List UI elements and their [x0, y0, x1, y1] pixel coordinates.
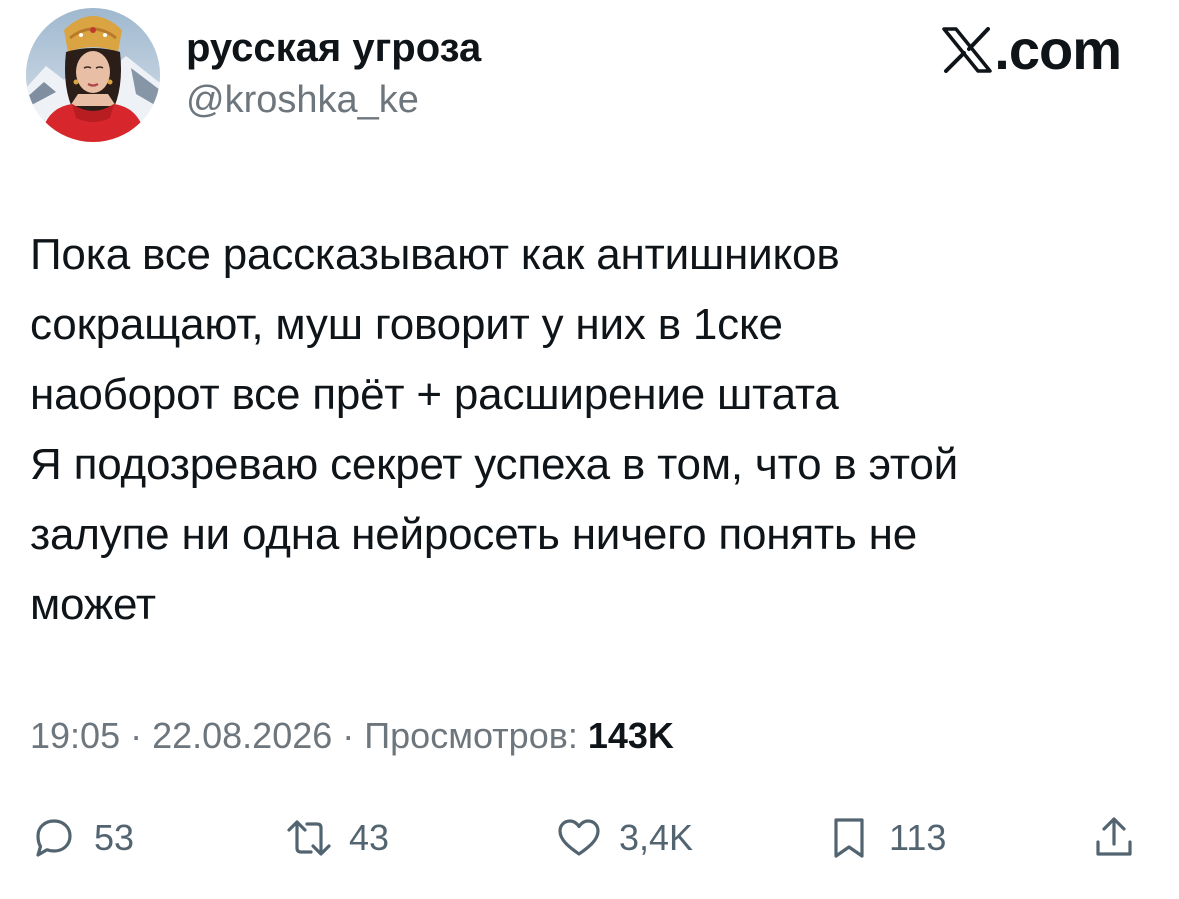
tweet-actions: 53 43 3,4K 113 [30, 806, 1150, 870]
tweet-meta: 19:05 · 22.08.2026 · Просмотров: 143K [30, 712, 674, 760]
x-logo-icon [942, 27, 993, 73]
reply-button[interactable]: 53 [30, 806, 134, 870]
bookmark-count: 113 [889, 817, 947, 858]
brand-label: .com [994, 18, 1122, 81]
author-display-name[interactable]: русская угроза [186, 22, 481, 74]
repost-button[interactable]: 43 [285, 806, 389, 870]
meta-separator: · [332, 715, 365, 756]
meta-separator: · [120, 715, 153, 756]
bookmark-icon [834, 818, 864, 858]
author-avatar[interactable] [26, 8, 160, 142]
reply-count: 53 [94, 817, 135, 858]
views-count: 143K [587, 715, 674, 756]
share-button[interactable] [1090, 806, 1138, 870]
reply-icon [36, 819, 72, 857]
x-brand: .com [942, 18, 1122, 81]
heart-icon [558, 819, 600, 856]
tweet-time[interactable]: 19:05 [30, 715, 120, 756]
views-label: Просмотров: [364, 715, 578, 756]
tweet-date[interactable]: 22.08.2026 [152, 715, 332, 756]
bookmark-button[interactable]: 113 [825, 806, 946, 870]
like-count: 3,4K [619, 817, 694, 858]
repost-count: 43 [349, 817, 390, 858]
tweet-text: Пока все рассказывают как антишников сок… [30, 230, 958, 629]
author-handle[interactable]: @kroshka_ke [186, 76, 419, 124]
share-icon [1096, 817, 1132, 856]
avatar-photo [26, 8, 160, 142]
like-button[interactable]: 3,4K [555, 806, 693, 870]
repost-icon [287, 820, 331, 856]
